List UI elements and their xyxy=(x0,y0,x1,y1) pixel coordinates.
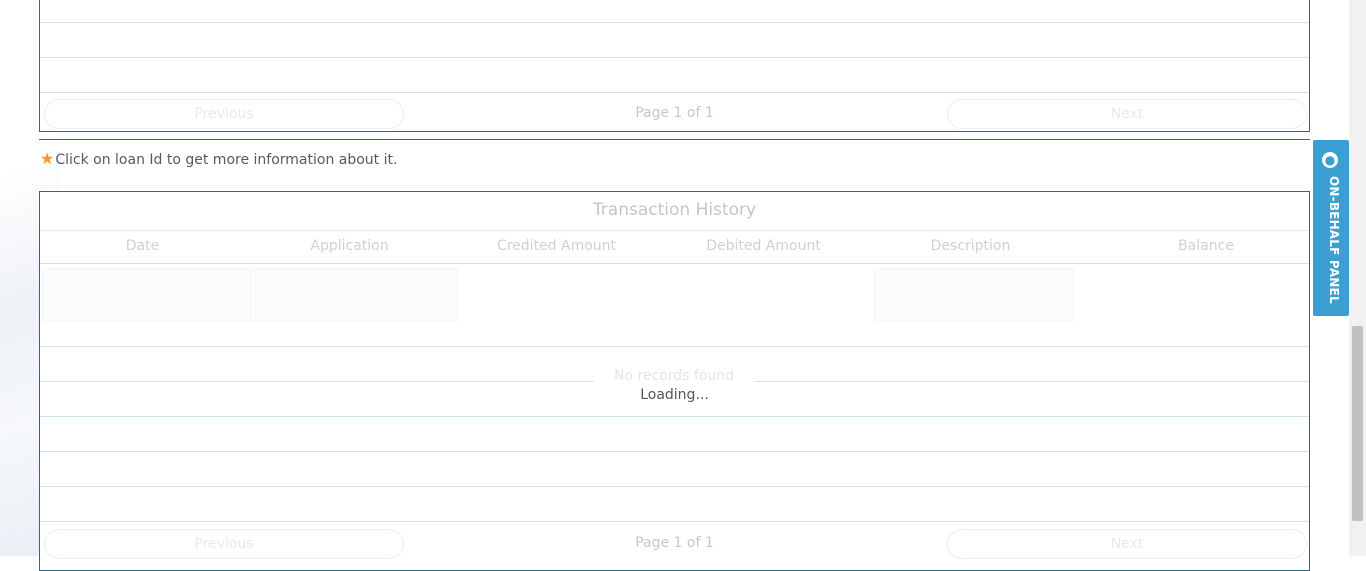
loans-table: Previous Page 1 of 1 Next xyxy=(39,0,1310,132)
note-text: Click on loan Id to get more information… xyxy=(55,152,398,168)
no-records-message: No records found xyxy=(594,368,754,384)
loading-placeholder xyxy=(874,268,1074,322)
user-circle-icon: ● xyxy=(1322,152,1338,168)
side-panel-label: ON-BEHALF PANEL xyxy=(1327,176,1341,304)
column-header-date[interactable]: Date xyxy=(40,238,245,254)
column-header-description[interactable]: Description xyxy=(868,238,1073,254)
table-row-divider xyxy=(40,451,1309,452)
column-header-balance[interactable]: Balance xyxy=(1075,238,1337,254)
on-behalf-panel-tab[interactable]: ● ON-BEHALF PANEL xyxy=(1313,140,1349,316)
column-header-credited-amount[interactable]: Credited Amount xyxy=(454,238,659,254)
table-title: Transaction History xyxy=(592,200,757,220)
table-header: Date Application Credited Amount Debited… xyxy=(40,230,1309,264)
scrollbar-thumb[interactable] xyxy=(1352,326,1363,521)
loan-id-note: ★Click on loan Id to get more informatio… xyxy=(40,149,397,168)
loading-placeholder xyxy=(42,268,252,322)
table-row-divider xyxy=(40,521,1309,522)
pagination: Previous Page 1 of 1 Next xyxy=(40,525,1309,559)
loading-indicator: Loading... xyxy=(640,387,709,403)
table-row-divider xyxy=(40,92,1309,93)
loading-placeholder xyxy=(254,268,458,322)
next-button[interactable]: Next xyxy=(947,99,1307,129)
vertical-scrollbar[interactable] xyxy=(1349,0,1366,556)
star-icon: ★ xyxy=(40,149,55,168)
column-header-debited-amount[interactable]: Debited Amount xyxy=(661,238,866,254)
table-row-divider xyxy=(40,346,1309,347)
table-row-divider xyxy=(40,57,1309,58)
transaction-history-table: Transaction History Date Application Cre… xyxy=(39,191,1310,571)
table-row-divider xyxy=(40,486,1309,487)
table-row-divider xyxy=(40,416,1309,417)
section-divider xyxy=(39,139,1310,140)
column-header-application[interactable]: Application xyxy=(247,238,452,254)
table-row-divider xyxy=(40,22,1309,23)
pagination: Previous Page 1 of 1 Next xyxy=(40,95,1309,129)
next-button[interactable]: Next xyxy=(947,529,1307,559)
